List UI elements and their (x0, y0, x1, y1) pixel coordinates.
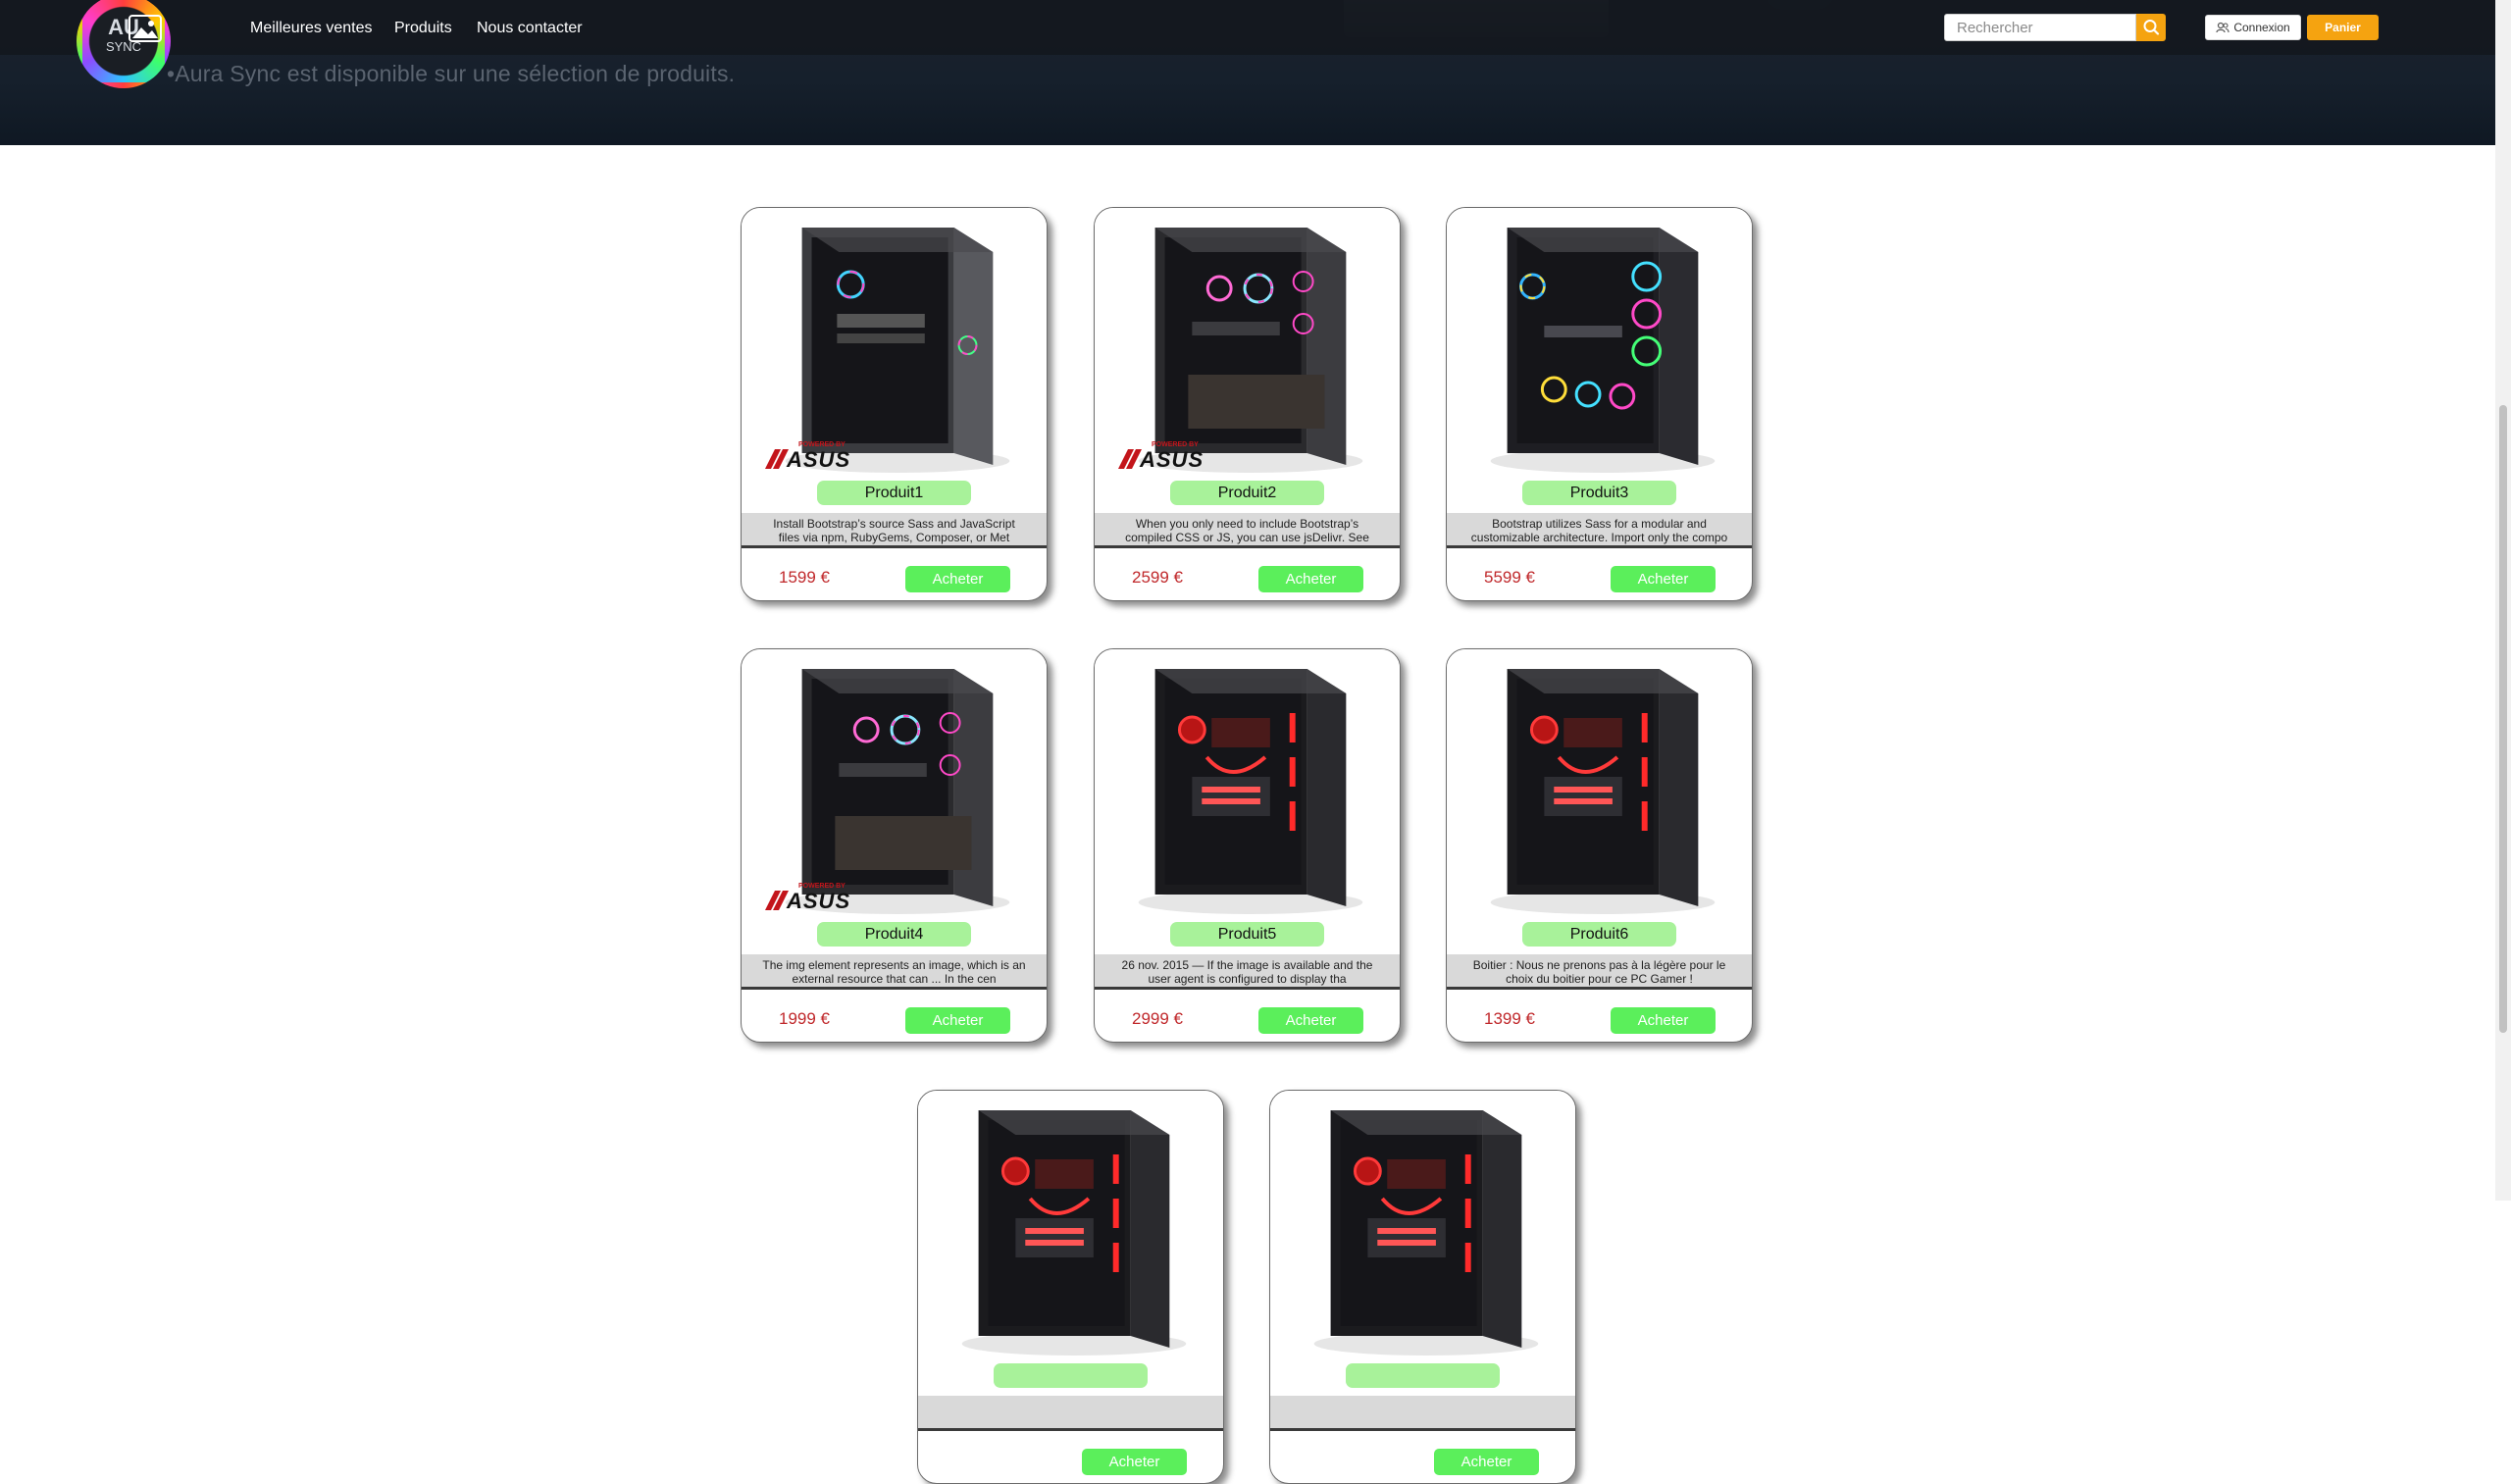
product-description (1270, 1396, 1575, 1431)
acheter-button[interactable]: Acheter (1611, 1007, 1716, 1034)
nav-produits[interactable]: Produits (394, 20, 452, 37)
product-name: Produit5 (1170, 922, 1324, 947)
hero-tagline: •Aura Sync est disponible sur une sélect… (167, 61, 736, 86)
acheter-button[interactable]: Acheter (1258, 566, 1363, 592)
product-card[interactable]: POWERED BY ASUS Produit1 Install Bootstrap’… (741, 207, 1048, 601)
product-price: 1399 € (1484, 1009, 1535, 1028)
scrollbar-thumb[interactable] (2499, 405, 2507, 1033)
product-price: 1599 € (779, 568, 830, 587)
product-price: 2599 € (1132, 568, 1183, 587)
product-name (1346, 1363, 1500, 1388)
asus-wordmark: ASUS (1140, 447, 1204, 472)
product-description: The img element represents an image, whi… (742, 954, 1047, 990)
navbar: AU SYNC Meilleures ventes Produits Nous … (0, 0, 2495, 82)
acheter-button[interactable]: Acheter (905, 1007, 1010, 1034)
product-card[interactable]: Produit5 26 nov. 2015 — If the image is a… (1094, 648, 1401, 1043)
acheter-button[interactable]: Acheter (1082, 1449, 1187, 1475)
acheter-button[interactable]: Acheter (905, 566, 1010, 592)
powered-by-asus-logo: POWERED BY ASUS (1118, 441, 1211, 472)
search-icon (2143, 20, 2160, 35)
product-name: Produit1 (817, 481, 971, 505)
product-price: 5599 € (1484, 568, 1535, 587)
acheter-button[interactable]: Acheter (1434, 1449, 1539, 1475)
product-description: Bootstrap utilizes Sass for a modular an… (1447, 513, 1752, 548)
product-name: Produit6 (1522, 922, 1676, 947)
product-name: Produit4 (817, 922, 971, 947)
powered-by-asus-logo: POWERED BY ASUS (765, 883, 858, 913)
product-description: Boitier : Nous ne prenons pas à la légèr… (1447, 954, 1752, 990)
powered-by-asus-logo: POWERED BY ASUS (765, 441, 858, 472)
product-description (918, 1396, 1223, 1431)
product-name: Produit2 (1170, 481, 1324, 505)
product-name (994, 1363, 1148, 1388)
search-button[interactable] (2136, 14, 2166, 41)
search-input[interactable] (1944, 14, 2136, 41)
product-name: Produit3 (1522, 481, 1676, 505)
product-card[interactable]: Produit6 Boitier : Nous ne prenons pas à … (1446, 648, 1753, 1043)
product-card[interactable]: Acheter (1269, 1090, 1576, 1484)
product-card[interactable]: POWERED BY ASUS Produit4 The img element re… (741, 648, 1048, 1043)
panier-button[interactable]: Panier (2307, 15, 2379, 40)
product-price: 1999 € (779, 1009, 830, 1028)
asus-wordmark: ASUS (787, 889, 851, 913)
product-price: 2999 € (1132, 1009, 1183, 1028)
page-scrollbar[interactable] (2495, 0, 2511, 1201)
product-card[interactable]: Produit3 Bootstrap utilizes Sass for a mo… (1446, 207, 1753, 601)
product-card[interactable]: Acheter (917, 1090, 1224, 1484)
product-card[interactable]: POWERED BY ASUS Produit2 When you only need… (1094, 207, 1401, 601)
connexion-button[interactable]: Connexion (2205, 15, 2301, 40)
product-description: When you only need to include Bootstrap’… (1095, 513, 1400, 548)
nav-nous-contacter[interactable]: Nous contacter (477, 20, 583, 37)
nav-meilleures-ventes[interactable]: Meilleures ventes (250, 20, 373, 37)
acheter-button[interactable]: Acheter (1611, 566, 1716, 592)
users-icon (2216, 22, 2229, 33)
connexion-label: Connexion (2233, 21, 2290, 34)
product-description: Install Bootstrap’s source Sass and Java… (742, 513, 1047, 548)
broken-image-icon (128, 15, 162, 42)
product-description: 26 nov. 2015 — If the image is available… (1095, 954, 1400, 990)
asus-wordmark: ASUS (787, 447, 851, 472)
acheter-button[interactable]: Acheter (1258, 1007, 1363, 1034)
